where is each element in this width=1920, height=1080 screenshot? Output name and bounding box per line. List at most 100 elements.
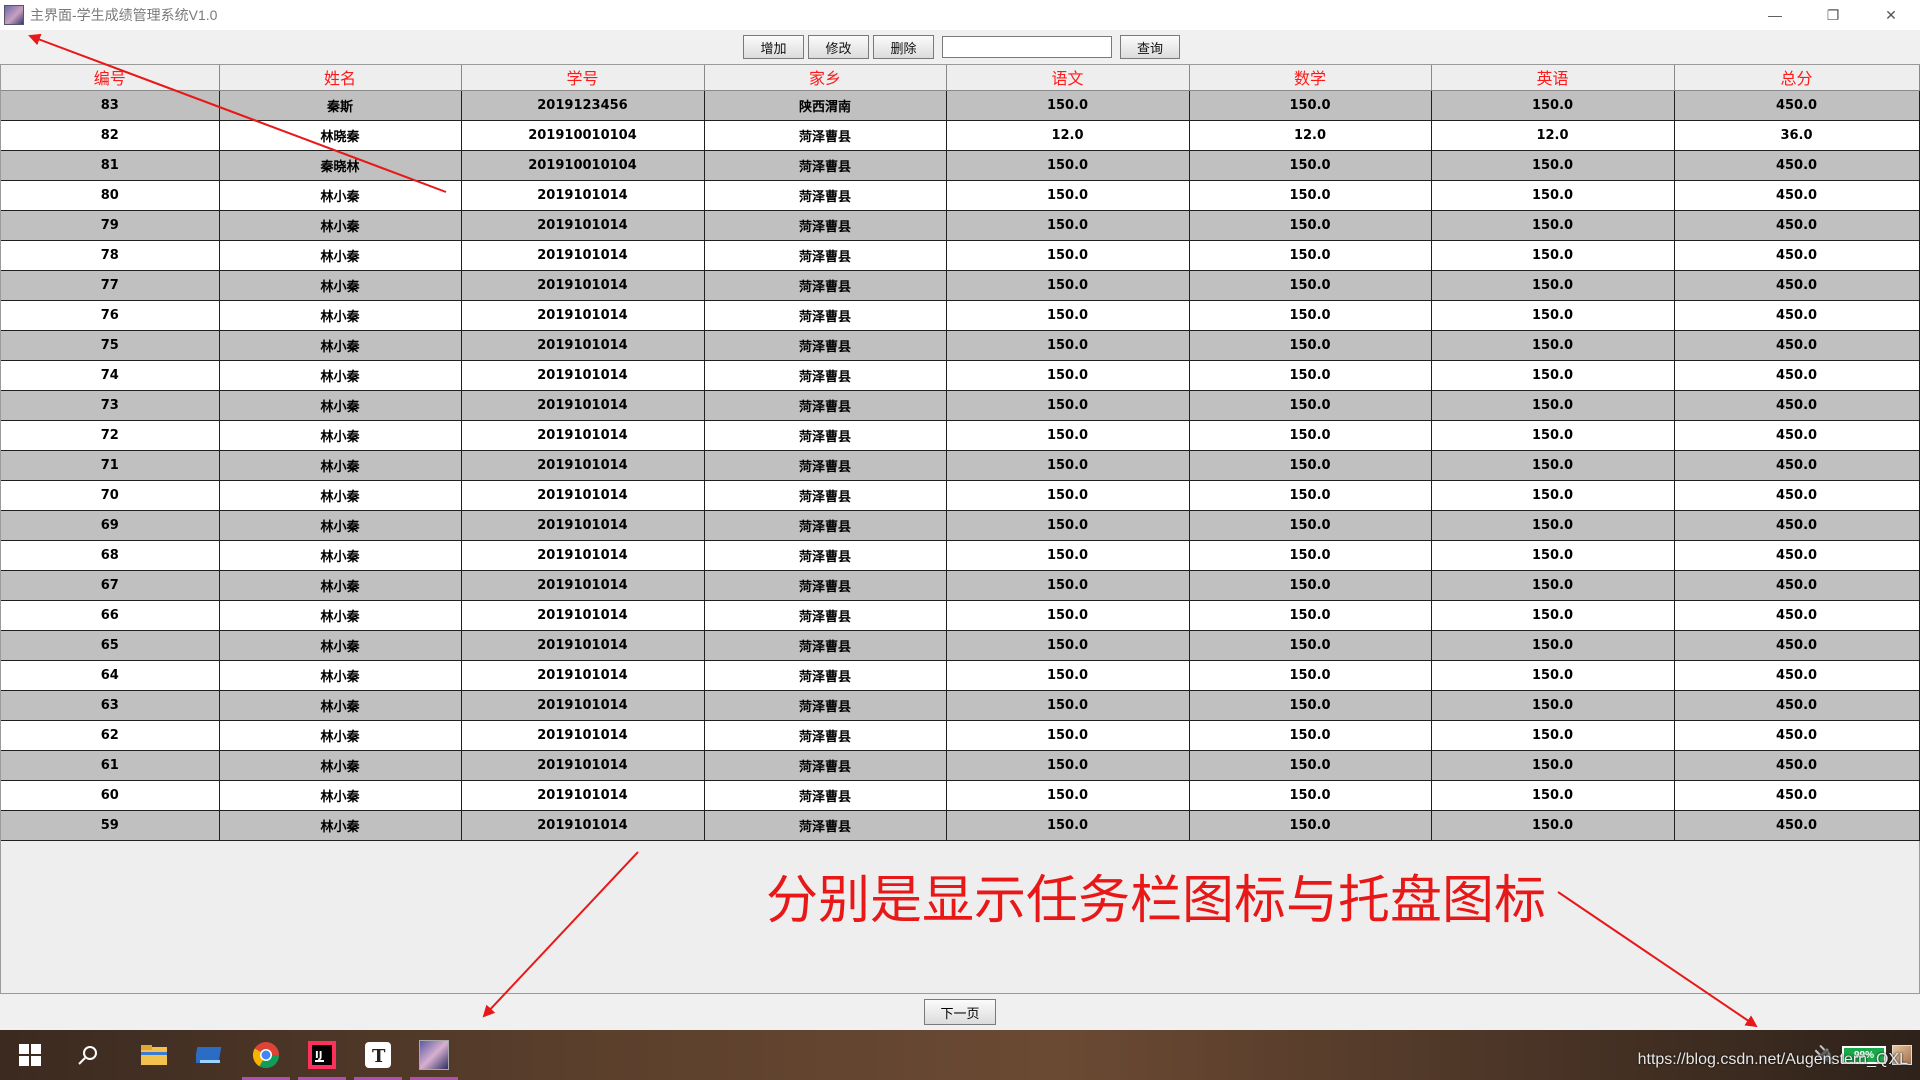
cell-hometown[interactable]: 菏泽曹县: [704, 450, 947, 481]
cell-name[interactable]: 林小秦: [219, 180, 462, 211]
cell-total[interactable]: 450.0: [1674, 150, 1920, 181]
cell-student-no[interactable]: 2019101014: [461, 420, 705, 451]
cell-math[interactable]: 150.0: [1189, 750, 1432, 781]
cell-math[interactable]: 150.0: [1189, 300, 1432, 331]
cell-math[interactable]: 150.0: [1189, 240, 1432, 271]
cell-english[interactable]: 150.0: [1431, 570, 1675, 601]
cell-student-no[interactable]: 201910010104: [461, 150, 705, 181]
cell-chinese[interactable]: 150.0: [946, 300, 1190, 331]
cell-total[interactable]: 450.0: [1674, 240, 1920, 271]
cell-chinese[interactable]: 150.0: [946, 540, 1190, 571]
cell-chinese[interactable]: 150.0: [946, 390, 1190, 421]
cell-name[interactable]: 林小秦: [219, 660, 462, 691]
cell-math[interactable]: 150.0: [1189, 90, 1432, 121]
cell-total[interactable]: 450.0: [1674, 540, 1920, 571]
maximize-button[interactable]: ❐: [1804, 0, 1862, 30]
cell-total[interactable]: 36.0: [1674, 120, 1920, 151]
cell-name[interactable]: 林小秦: [219, 300, 462, 331]
cell-chinese[interactable]: 150.0: [946, 480, 1190, 511]
cell-chinese[interactable]: 150.0: [946, 720, 1190, 751]
cell-name[interactable]: 林小秦: [219, 390, 462, 421]
table-row[interactable]: 60 林小秦 2019101014 菏泽曹县 150.0 150.0 150.0 450.0: [1, 780, 1920, 811]
cell-name[interactable]: 林小秦: [219, 600, 462, 631]
cell-english[interactable]: 150.0: [1431, 720, 1675, 751]
cell-total[interactable]: 450.0: [1674, 210, 1920, 241]
cell-id[interactable]: 69: [1, 510, 220, 541]
cell-name[interactable]: 林小秦: [219, 510, 462, 541]
cell-english[interactable]: 150.0: [1431, 240, 1675, 271]
cell-math[interactable]: 150.0: [1189, 150, 1432, 181]
file-explorer-icon[interactable]: [126, 1030, 182, 1080]
cell-student-no[interactable]: 2019101014: [461, 720, 705, 751]
cell-math[interactable]: 150.0: [1189, 480, 1432, 511]
cell-total[interactable]: 450.0: [1674, 780, 1920, 811]
delete-button[interactable]: 删除: [873, 35, 934, 59]
cell-student-no[interactable]: 2019101014: [461, 810, 705, 841]
cell-name[interactable]: 林小秦: [219, 690, 462, 721]
cell-chinese[interactable]: 150.0: [946, 420, 1190, 451]
table-row[interactable]: 65 林小秦 2019101014 菏泽曹县 150.0 150.0 150.0 450.0: [1, 630, 1920, 661]
cell-name[interactable]: 林小秦: [219, 750, 462, 781]
cell-hometown[interactable]: 菏泽曹县: [704, 120, 947, 151]
search-input[interactable]: [942, 36, 1112, 58]
cell-id[interactable]: 70: [1, 480, 220, 511]
cell-math[interactable]: 150.0: [1189, 570, 1432, 601]
cell-english[interactable]: 150.0: [1431, 660, 1675, 691]
cell-id[interactable]: 76: [1, 300, 220, 331]
cell-hometown[interactable]: 菏泽曹县: [704, 510, 947, 541]
cell-hometown[interactable]: 菏泽曹县: [704, 270, 947, 301]
cell-math[interactable]: 150.0: [1189, 510, 1432, 541]
cell-total[interactable]: 450.0: [1674, 390, 1920, 421]
cell-name[interactable]: 林小秦: [219, 240, 462, 271]
table-row[interactable]: 74 林小秦 2019101014 菏泽曹县 150.0 150.0 150.0 450.0: [1, 360, 1920, 391]
column-header-math[interactable]: 数学: [1189, 65, 1432, 91]
cell-english[interactable]: 150.0: [1431, 450, 1675, 481]
table-row[interactable]: 70 林小秦 2019101014 菏泽曹县 150.0 150.0 150.0 450.0: [1, 480, 1920, 511]
cell-name[interactable]: 林小秦: [219, 630, 462, 661]
cell-total[interactable]: 450.0: [1674, 690, 1920, 721]
cell-math[interactable]: 150.0: [1189, 540, 1432, 571]
cell-english[interactable]: 150.0: [1431, 210, 1675, 241]
cell-math[interactable]: 12.0: [1189, 120, 1432, 151]
cell-math[interactable]: 150.0: [1189, 360, 1432, 391]
cell-hometown[interactable]: 菏泽曹县: [704, 420, 947, 451]
cell-english[interactable]: 150.0: [1431, 510, 1675, 541]
next-page-button[interactable]: 下一页: [924, 999, 996, 1025]
cell-math[interactable]: 150.0: [1189, 810, 1432, 841]
cell-hometown[interactable]: 菏泽曹县: [704, 330, 947, 361]
cell-chinese[interactable]: 150.0: [946, 750, 1190, 781]
cell-total[interactable]: 450.0: [1674, 600, 1920, 631]
cell-student-no[interactable]: 2019101014: [461, 660, 705, 691]
cell-id[interactable]: 71: [1, 450, 220, 481]
table-row[interactable]: 81 秦晓林 201910010104 菏泽曹县 150.0 150.0 150.0 450.…: [1, 150, 1920, 181]
cell-english[interactable]: 150.0: [1431, 810, 1675, 841]
cell-chinese[interactable]: 150.0: [946, 570, 1190, 601]
cell-id[interactable]: 67: [1, 570, 220, 601]
search-icon[interactable]: [60, 1030, 116, 1080]
query-button[interactable]: 查询: [1120, 35, 1180, 59]
cell-total[interactable]: 450.0: [1674, 570, 1920, 601]
cell-name[interactable]: 林小秦: [219, 360, 462, 391]
cell-chinese[interactable]: 150.0: [946, 810, 1190, 841]
cell-name[interactable]: 林小秦: [219, 720, 462, 751]
cell-student-no[interactable]: 2019101014: [461, 750, 705, 781]
cell-hometown[interactable]: 菏泽曹县: [704, 690, 947, 721]
cell-student-no[interactable]: 2019101014: [461, 180, 705, 211]
table-row[interactable]: 68 林小秦 2019101014 菏泽曹县 150.0 150.0 150.0 450.0: [1, 540, 1920, 571]
cell-id[interactable]: 68: [1, 540, 220, 571]
windows-start-icon[interactable]: [0, 1030, 60, 1080]
cell-english[interactable]: 150.0: [1431, 540, 1675, 571]
cell-hometown[interactable]: 菏泽曹县: [704, 390, 947, 421]
cell-id[interactable]: 60: [1, 780, 220, 811]
cell-hometown[interactable]: 菏泽曹县: [704, 660, 947, 691]
cell-student-no[interactable]: 2019101014: [461, 630, 705, 661]
table-row[interactable]: 69 林小秦 2019101014 菏泽曹县 150.0 150.0 150.0 450.0: [1, 510, 1920, 541]
cell-chinese[interactable]: 150.0: [946, 90, 1190, 121]
table-row[interactable]: 72 林小秦 2019101014 菏泽曹县 150.0 150.0 150.0 450.0: [1, 420, 1920, 451]
cell-student-no[interactable]: 2019101014: [461, 480, 705, 511]
cell-id[interactable]: 66: [1, 600, 220, 631]
cell-hometown[interactable]: 菏泽曹县: [704, 570, 947, 601]
table-row[interactable]: 82 林晓秦 201910010104 菏泽曹县 12.0 12.0 12.0 36.0: [1, 120, 1920, 151]
cell-name[interactable]: 林小秦: [219, 420, 462, 451]
cell-chinese[interactable]: 150.0: [946, 210, 1190, 241]
